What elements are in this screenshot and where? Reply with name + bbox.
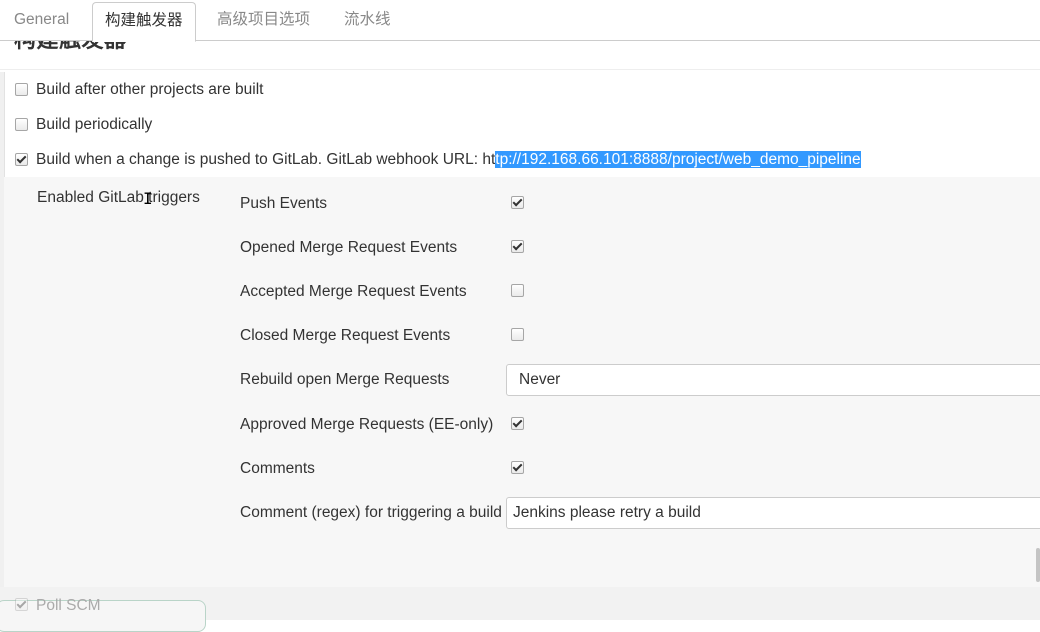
push-events-label: Push Events	[240, 195, 328, 212]
build-after-label: Build after other projects are built	[36, 81, 264, 98]
build-after-checkbox[interactable]	[15, 83, 28, 96]
rebuild-open-mr-label: Rebuild open Merge Requests	[240, 371, 450, 388]
build-periodically-label: Build periodically	[36, 116, 153, 133]
tab-bar: General 构建触发器 高级项目选项 流水线	[0, 0, 1040, 42]
comments-checkbox[interactable]	[511, 461, 524, 474]
accepted-mr-checkbox[interactable]	[511, 284, 524, 297]
push-events-checkbox[interactable]	[511, 196, 524, 209]
opened-mr-label: Opened Merge Request Events	[240, 239, 458, 256]
text-cursor-icon: I	[143, 189, 153, 208]
approved-mr-checkbox[interactable]	[511, 417, 524, 430]
rebuild-open-mr-select[interactable]: Never	[506, 364, 1040, 396]
gitlab-trigger-label-text: Build when a change is pushed to GitLab.…	[36, 151, 496, 168]
poll-scm-tooltip-box	[0, 600, 206, 632]
comment-regex-input[interactable]: Jenkins please retry a build	[506, 497, 1040, 529]
opened-mr-checkbox[interactable]	[511, 240, 524, 253]
webhook-url-selection: tp://192.168.66.101:8888/project/web_dem…	[495, 151, 861, 168]
approved-mr-label: Approved Merge Requests (EE-only)	[240, 416, 494, 433]
section-divider	[0, 69, 1040, 70]
closed-mr-checkbox[interactable]	[511, 328, 524, 341]
tab-advanced-project-options[interactable]: 高级项目选项	[217, 0, 310, 40]
tab-general[interactable]: General	[14, 0, 69, 40]
gitlab-trigger-label: Build when a change is pushed to GitLab.…	[36, 148, 861, 172]
comment-regex-label: Comment (regex) for triggering a build	[240, 504, 502, 521]
accepted-mr-label: Accepted Merge Request Events	[240, 283, 467, 300]
poll-scm-checkbox[interactable]	[15, 598, 28, 611]
scrollbar-thumb[interactable]	[1036, 548, 1040, 582]
enabled-gitlab-triggers-label: Enabled GitLab triggers	[37, 189, 200, 206]
tab-pipeline[interactable]: 流水线	[344, 0, 391, 40]
build-periodically-checkbox[interactable]	[15, 118, 28, 131]
tab-build-triggers[interactable]: 构建触发器	[92, 2, 196, 42]
closed-mr-label: Closed Merge Request Events	[240, 327, 451, 344]
poll-scm-label: Poll SCM	[36, 597, 101, 614]
gitlab-trigger-checkbox[interactable]	[15, 153, 28, 166]
comments-label: Comments	[240, 460, 315, 477]
